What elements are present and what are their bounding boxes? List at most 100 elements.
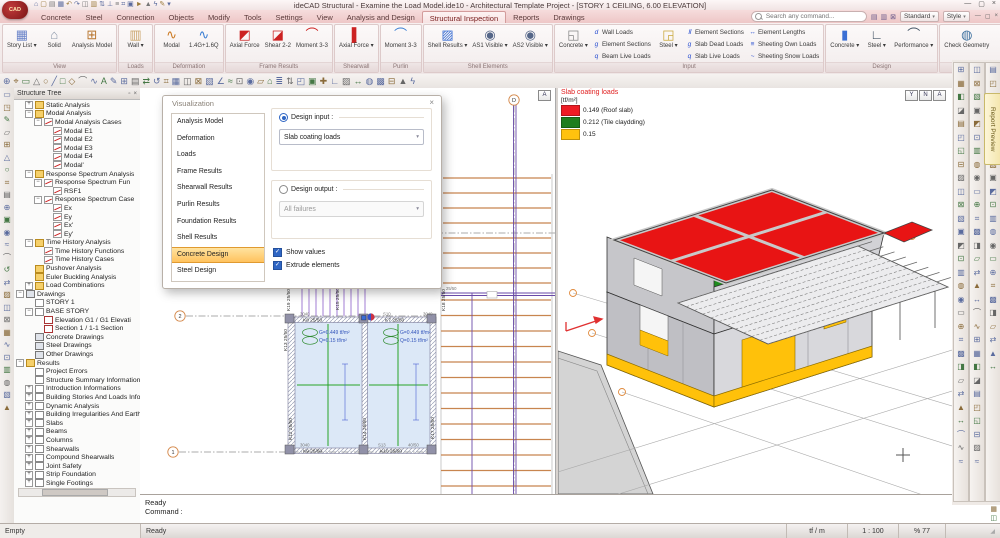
tree-item[interactable]: Dynamic Analysis bbox=[14, 402, 140, 411]
ribbon-moment-3-3-button[interactable]: ⌒Moment 3-3 bbox=[294, 26, 330, 62]
command-area[interactable]: Ready Command : ▤▦◫ bbox=[140, 494, 1000, 525]
tool-icon[interactable]: ≈ bbox=[5, 240, 9, 249]
tool-icon[interactable]: ◫ bbox=[183, 75, 192, 87]
ribbon-tab[interactable]: Modify bbox=[201, 11, 237, 23]
tool-icon[interactable]: ⊡ bbox=[236, 75, 244, 87]
tool-icon[interactable]: ∿ bbox=[4, 340, 11, 349]
tool-icon[interactable]: ⊞ bbox=[958, 65, 965, 74]
ribbon-shear-2-2-button[interactable]: ◪Shear 2-2 bbox=[263, 26, 293, 62]
tree-item[interactable]: STORY 1 bbox=[14, 299, 140, 308]
tool-icon[interactable]: ◨ bbox=[973, 241, 981, 250]
tree-item[interactable]: Modal E1 bbox=[14, 127, 140, 136]
tree-item[interactable]: Modal Analysis Cases bbox=[14, 118, 140, 127]
tree-expander-icon[interactable] bbox=[25, 393, 33, 401]
tool-icon[interactable]: ⇄ bbox=[958, 389, 965, 398]
ribbon-1-4g-1-6q-button[interactable]: ∿1.4G+1.6Q bbox=[187, 26, 221, 62]
tool-icon[interactable]: ◧ bbox=[957, 92, 965, 101]
tool-icon[interactable]: ▧ bbox=[205, 75, 214, 87]
tool-icon[interactable]: ◰ bbox=[297, 75, 306, 87]
tool-icon[interactable]: ◉ bbox=[246, 75, 254, 87]
tree-item[interactable]: Time History Analysis bbox=[14, 239, 140, 248]
resize-grip[interactable]: ◢ bbox=[946, 524, 1000, 538]
dialog-nav-item[interactable]: Shell Results bbox=[172, 230, 264, 247]
tool-icon[interactable]: ▣ bbox=[989, 173, 997, 182]
tool-icon[interactable]: ⊡ bbox=[958, 254, 965, 263]
tool-icon[interactable]: ⌖ bbox=[14, 75, 19, 87]
close-icon[interactable]: × bbox=[429, 98, 434, 107]
tree-expander-icon[interactable] bbox=[25, 462, 33, 470]
tree-item[interactable]: Columns bbox=[14, 436, 140, 445]
tool-icon[interactable]: ◫ bbox=[990, 515, 997, 523]
ribbon-beam-live-loads-button[interactable]: qBeam Live Loads bbox=[593, 51, 651, 62]
tool-icon[interactable]: ↺ bbox=[4, 265, 11, 274]
tree-item[interactable]: BASE STORY bbox=[14, 307, 140, 316]
ribbon-steel-button[interactable]: ∟Steel ▾ bbox=[862, 26, 891, 62]
tool-icon[interactable]: ⌗ bbox=[991, 281, 996, 290]
tool-icon[interactable]: ▲ bbox=[398, 75, 407, 87]
tree-expander-icon[interactable] bbox=[25, 101, 33, 109]
tree-item[interactable]: Drawings bbox=[14, 290, 140, 299]
mini-window-button[interactable]: ▢ bbox=[985, 13, 991, 20]
tool-icon[interactable]: ⇄ bbox=[142, 75, 150, 87]
tree-item[interactable]: Response Spectrum Fun bbox=[14, 178, 140, 187]
tree-item[interactable]: Modal Analysis bbox=[14, 110, 140, 119]
tree-item[interactable]: Modal E2 bbox=[14, 135, 140, 144]
tool-icon[interactable]: ⇄ bbox=[974, 268, 981, 277]
tool-icon[interactable]: ⇅ bbox=[286, 75, 294, 87]
window-button[interactable]: × bbox=[992, 0, 996, 8]
tool-icon[interactable]: △ bbox=[33, 75, 40, 87]
dialog-nav-item[interactable]: Loads bbox=[172, 147, 264, 164]
tool-icon[interactable]: ◉ bbox=[958, 295, 965, 304]
tool-icon[interactable]: ∠ bbox=[217, 75, 225, 87]
tool-icon[interactable]: ✚ bbox=[320, 75, 328, 87]
tool-icon[interactable]: ⊡ bbox=[4, 353, 11, 362]
tool-icon[interactable]: ≈ bbox=[959, 457, 963, 466]
standard-dropdown[interactable]: Standard ▾ bbox=[900, 11, 939, 22]
tool-icon[interactable]: ▤ bbox=[989, 65, 997, 74]
tree-item[interactable]: Steel Drawings bbox=[14, 342, 140, 351]
ribbon-concrete-button[interactable]: ▮Concrete ▾ bbox=[828, 26, 861, 62]
tree-expander-icon[interactable] bbox=[25, 110, 33, 118]
tool-icon[interactable]: ▨ bbox=[3, 290, 11, 299]
search-input[interactable] bbox=[764, 12, 863, 21]
dialog-nav-item[interactable]: Frame Results bbox=[172, 164, 264, 181]
tool-icon[interactable]: ✎ bbox=[4, 115, 11, 124]
tree-expander-icon[interactable] bbox=[25, 170, 33, 178]
tool-icon[interactable]: ▧ bbox=[957, 214, 965, 223]
tool-icon[interactable]: ⌒ bbox=[3, 253, 11, 262]
tool-icon[interactable]: ▲ bbox=[3, 403, 11, 412]
design-input-dropdown[interactable]: Slab coating loads ▾ bbox=[279, 129, 424, 145]
design-input-radio[interactable] bbox=[279, 113, 288, 122]
tree-item[interactable]: Elevation G1 / G1 Elevati bbox=[14, 316, 140, 325]
tree-expander-icon[interactable] bbox=[25, 454, 33, 462]
tool-icon[interactable]: ◨ bbox=[957, 362, 965, 371]
mini-window-button[interactable]: × bbox=[994, 13, 998, 20]
tool-icon[interactable]: ▣ bbox=[3, 215, 11, 224]
tool-icon[interactable]: ◰ bbox=[989, 79, 997, 88]
tree-expander-icon[interactable] bbox=[25, 411, 33, 419]
dialog-nav-item[interactable]: Steel Design bbox=[172, 263, 264, 280]
tree-item[interactable]: Building Stories And Loads Infor bbox=[14, 393, 140, 402]
tree-expander-icon[interactable] bbox=[25, 308, 33, 316]
tool-icon[interactable]: ⌗ bbox=[5, 178, 10, 187]
tree-item[interactable]: Static Analysis bbox=[14, 101, 140, 110]
window-button[interactable]: — bbox=[964, 0, 971, 8]
ribbon-tab[interactable]: View bbox=[310, 11, 340, 23]
tool-icon[interactable]: ▱ bbox=[974, 254, 980, 263]
tool-icon[interactable]: ▭ bbox=[989, 254, 997, 263]
dialog-nav-item[interactable]: Foundation Results bbox=[172, 214, 264, 231]
tool-icon[interactable]: ▥ bbox=[989, 214, 997, 223]
ribbon-element-lengths-button[interactable]: ↔Element Lengths bbox=[749, 27, 819, 38]
pin-icon[interactable]: ▫ bbox=[128, 91, 130, 97]
tool-icon[interactable]: ▤ bbox=[131, 75, 140, 87]
tree-item[interactable]: Ex bbox=[14, 204, 140, 213]
ribbon-sheeting-own-loads-button[interactable]: ≡Sheeting Own Loads bbox=[749, 39, 819, 50]
tool-icon[interactable]: ▨ bbox=[957, 173, 965, 182]
tree-item[interactable]: Strip Foundation bbox=[14, 471, 140, 480]
tool-icon[interactable]: ◍ bbox=[4, 378, 11, 387]
model-view-3d[interactable]: Slab coating loads [tf/m²] 0.149 (Roof s… bbox=[558, 88, 952, 494]
tool-icon[interactable]: ✎ bbox=[110, 75, 118, 87]
tree-item[interactable]: Response Spectrum Analysis bbox=[14, 170, 140, 179]
ribbon-story-list-button[interactable]: ▦Story List ▾ bbox=[5, 26, 39, 62]
tabbar-icon[interactable]: ▤ bbox=[871, 13, 878, 21]
